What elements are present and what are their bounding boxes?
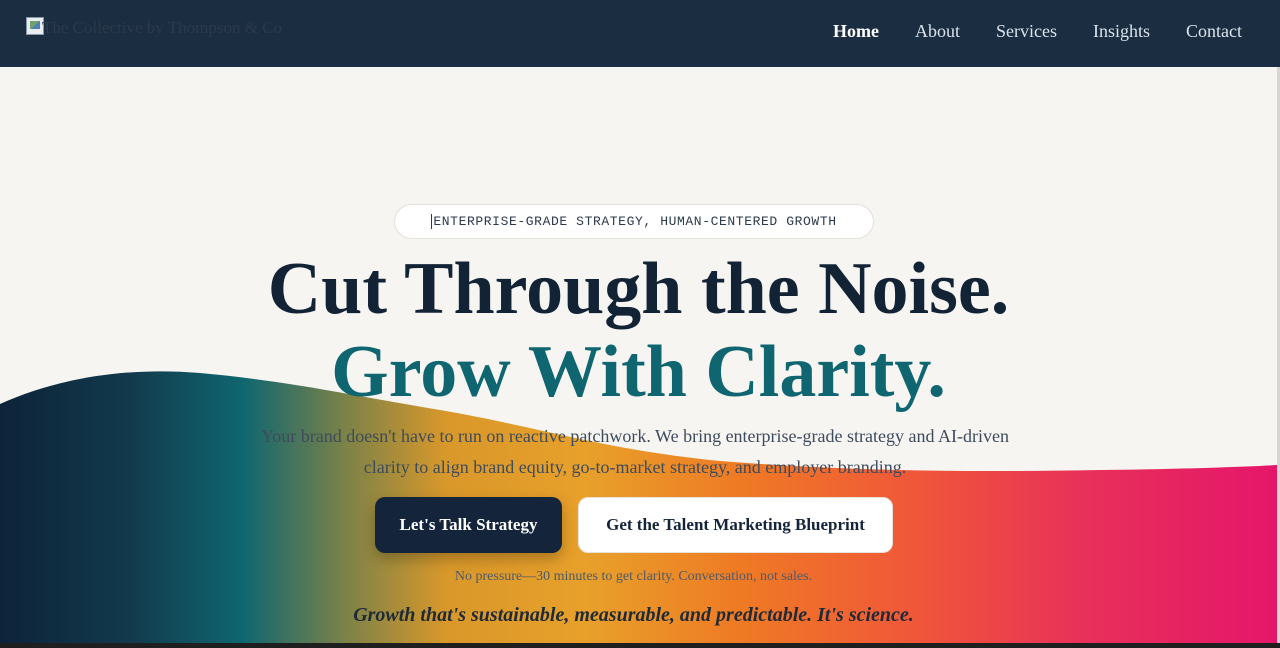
hero-tagline: Growth that's sustainable, measurable, a… <box>353 604 914 626</box>
eyebrow-badge: ENTERPRISE-GRADE STRATEGY, HUMAN-CENTERE… <box>394 204 874 239</box>
nav-link-contact[interactable]: Contact <box>1186 21 1242 42</box>
nav-link-home[interactable]: Home <box>833 21 879 42</box>
cta-note: No pressure—30 minutes to get clarity. C… <box>454 569 813 584</box>
headline-line-2: Grow With Clarity. <box>331 331 946 413</box>
hero-description: Your brand doesn't have to run on reacti… <box>261 426 1009 477</box>
text-cursor <box>431 214 433 229</box>
nav-link-insights[interactable]: Insights <box>1093 21 1150 42</box>
nav-link-services[interactable]: Services <box>996 21 1057 42</box>
page: The Collective by Thompson & Co Home Abo… <box>0 0 1280 648</box>
top-navigation: The Collective by Thompson & Co Home Abo… <box>0 0 1280 67</box>
eyebrow-text: ENTERPRISE-GRADE STRATEGY, HUMAN-CENTERE… <box>433 214 837 229</box>
nav-link-about[interactable]: About <box>915 21 960 42</box>
talent-blueprint-button[interactable]: Get the Talent Marketing Blueprint <box>578 497 893 553</box>
logo-alt-text: The Collective by Thompson & Co <box>42 18 283 37</box>
nav-links: Home About Services Insights Contact <box>833 0 1242 62</box>
headline-line-1: Cut Through the Noise. <box>267 248 1010 330</box>
hero-section: ENTERPRISE-GRADE STRATEGY, HUMAN-CENTERE… <box>0 67 1277 643</box>
site-logo[interactable]: The Collective by Thompson & Co <box>26 14 286 38</box>
talk-strategy-button[interactable]: Let's Talk Strategy <box>375 497 562 553</box>
